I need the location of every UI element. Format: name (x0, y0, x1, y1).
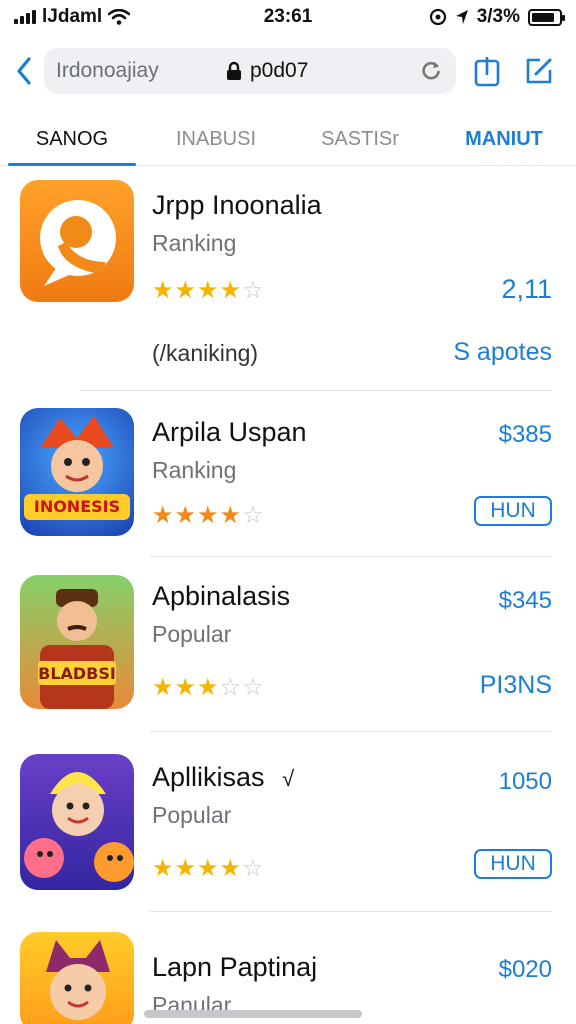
back-button[interactable] (12, 49, 36, 93)
app-name: Lapn Paptinaj (152, 952, 318, 982)
browser-actions (472, 54, 554, 88)
app-name: Jrpp Inoonalia (152, 190, 322, 220)
app-price: $345 (498, 587, 552, 614)
cartoon-character-icon (24, 416, 130, 520)
app-extra-link[interactable]: S apotes (453, 338, 552, 367)
orientation-lock-icon (429, 8, 446, 26)
rating-stars: ★★★★☆ (152, 855, 265, 882)
tab-sanog[interactable]: SANOG (0, 114, 144, 166)
address-url-text: p0d07 (250, 59, 309, 82)
share-button[interactable] (472, 54, 502, 88)
app-subtitle: Ranking (152, 230, 237, 256)
app-icon-label: INONESIS (33, 497, 121, 516)
category-tabs: SANOG INABUSI SASTISr MANIUT (0, 114, 576, 166)
man-character-icon (38, 589, 116, 709)
wifi-icon (108, 9, 131, 25)
battery-level (532, 12, 555, 22)
app-subtitle: Ranking (152, 457, 237, 483)
phone-bubble-icon (40, 200, 116, 286)
app-secondary-label: PI3NS (479, 671, 552, 699)
address-site-text: Irdonoajiay (56, 59, 159, 82)
get-button[interactable]: HUN (474, 496, 552, 526)
rating-stars: ★★★★☆ (152, 502, 265, 529)
lock-icon (227, 61, 241, 80)
carrier-name: lJdaml (42, 6, 103, 27)
list-item[interactable]: BLADBSI Apbinalasis Popular ★★★☆☆ $345 P… (0, 557, 576, 732)
rating-stars: ★★★★☆ (152, 277, 265, 304)
app-name: Apllikisas √ (152, 762, 295, 792)
cat-girl-character-icon (46, 940, 110, 1020)
browser-toolbar: Irdonoajiay p0d07 (0, 46, 576, 96)
share-icon (474, 57, 500, 87)
app-price: 2,11 (501, 274, 552, 304)
verified-mark: √ (282, 766, 295, 791)
status-bar: lJdaml 23:61 3/3% (0, 0, 576, 34)
app-price: $020 (498, 956, 552, 983)
get-button[interactable]: HUN (474, 849, 552, 879)
list-item[interactable]: Lapn Paptinaj Panular $020 (0, 912, 576, 1024)
edit-button[interactable] (524, 54, 554, 88)
status-left: lJdaml (14, 6, 214, 28)
location-icon (455, 10, 468, 24)
tab-inabusi[interactable]: INABUSI (144, 114, 288, 165)
edit-icon (526, 58, 552, 84)
back-chevron-icon (17, 57, 31, 85)
tab-maniut[interactable]: MANIUT (432, 114, 576, 165)
address-center: p0d07 (226, 59, 308, 83)
app-name: Apbinalasis (152, 581, 291, 611)
battery-icon (528, 8, 565, 26)
app-icon-label: BLADBSI (38, 664, 116, 683)
home-indicator[interactable] (144, 1010, 362, 1018)
tab-sastisr[interactable]: SASTISr (288, 114, 432, 165)
app-price: 1050 (498, 768, 552, 795)
address-bar[interactable]: Irdonoajiay p0d07 (44, 48, 456, 94)
app-icon-cat-girl (20, 932, 134, 1024)
status-right: 3/3% (429, 6, 565, 28)
app-subtitle: Popular (152, 621, 232, 647)
app-icon-man: BLADBSI (20, 575, 134, 709)
battery-percent: 3/3% (476, 6, 520, 27)
app-extra-label: (/kaniking) (152, 340, 259, 366)
rating-stars: ★★★☆☆ (152, 674, 265, 701)
list-item[interactable]: Apllikisas √ Popular ★★★★☆ 1050 HUN (0, 732, 576, 912)
app-subtitle: Popular (152, 802, 232, 828)
app-icon-phone (20, 180, 134, 302)
reload-button[interactable] (418, 58, 444, 84)
list-item[interactable]: INONESIS Arpila Uspan Ranking ★★★★☆ $385… (0, 391, 576, 557)
list-item[interactable]: Jrpp Inoonalia Ranking ★★★★☆ 2,11 (/kani… (0, 166, 576, 391)
app-icon-kids (20, 754, 134, 890)
app-name: Arpila Uspan (152, 417, 307, 447)
reload-icon (422, 61, 440, 80)
cellular-signal-icon (14, 10, 36, 24)
app-price: $385 (498, 421, 552, 448)
app-icon-game-character: INONESIS (20, 408, 134, 536)
kids-characters-icon (24, 772, 134, 882)
